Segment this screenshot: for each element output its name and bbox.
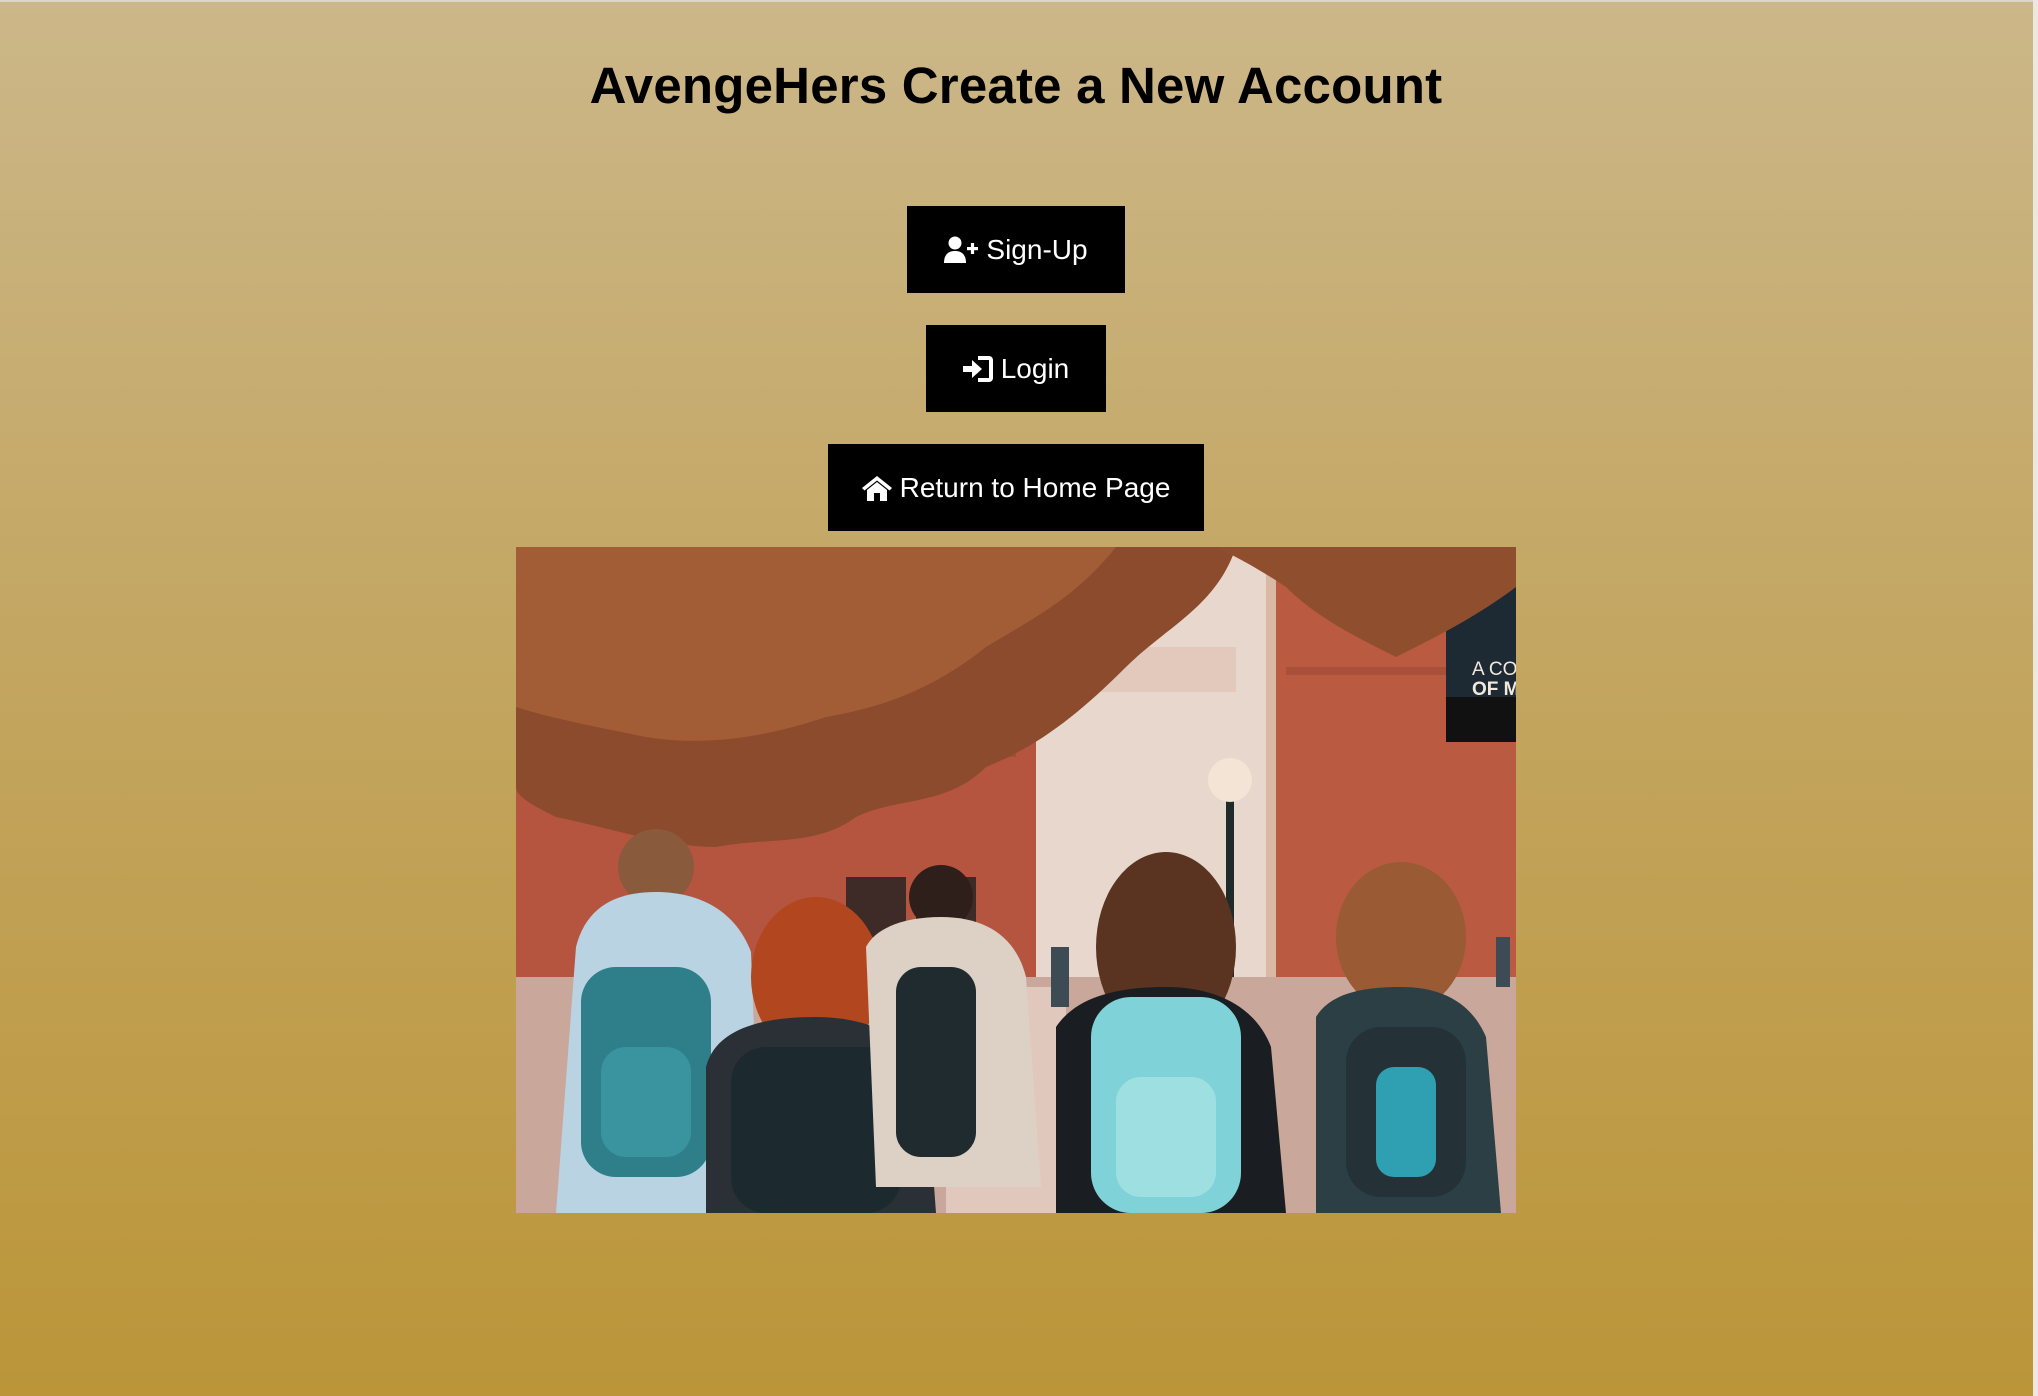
page-title: AvengeHers Create a New Account [589, 57, 1443, 114]
window-right-edge [2033, 0, 2038, 1396]
login-button[interactable]: Login [926, 325, 1106, 412]
user-plus-icon [944, 236, 979, 264]
signup-label: Sign-Up [986, 233, 1088, 265]
return-home-button[interactable]: Return to Home Page [828, 444, 1204, 531]
window-top-border [0, 0, 2038, 2]
banner-text-2: OF M [1472, 679, 1516, 700]
banner-text-1: A CO [1472, 659, 1516, 680]
login-label: Login [1000, 352, 1070, 384]
home-label: Return to Home Page [899, 471, 1171, 503]
sign-in-icon [962, 355, 993, 382]
home-icon [861, 475, 892, 501]
students-walking-photo: A CO OF M [516, 547, 1516, 1213]
signup-button[interactable]: Sign-Up [907, 206, 1125, 293]
